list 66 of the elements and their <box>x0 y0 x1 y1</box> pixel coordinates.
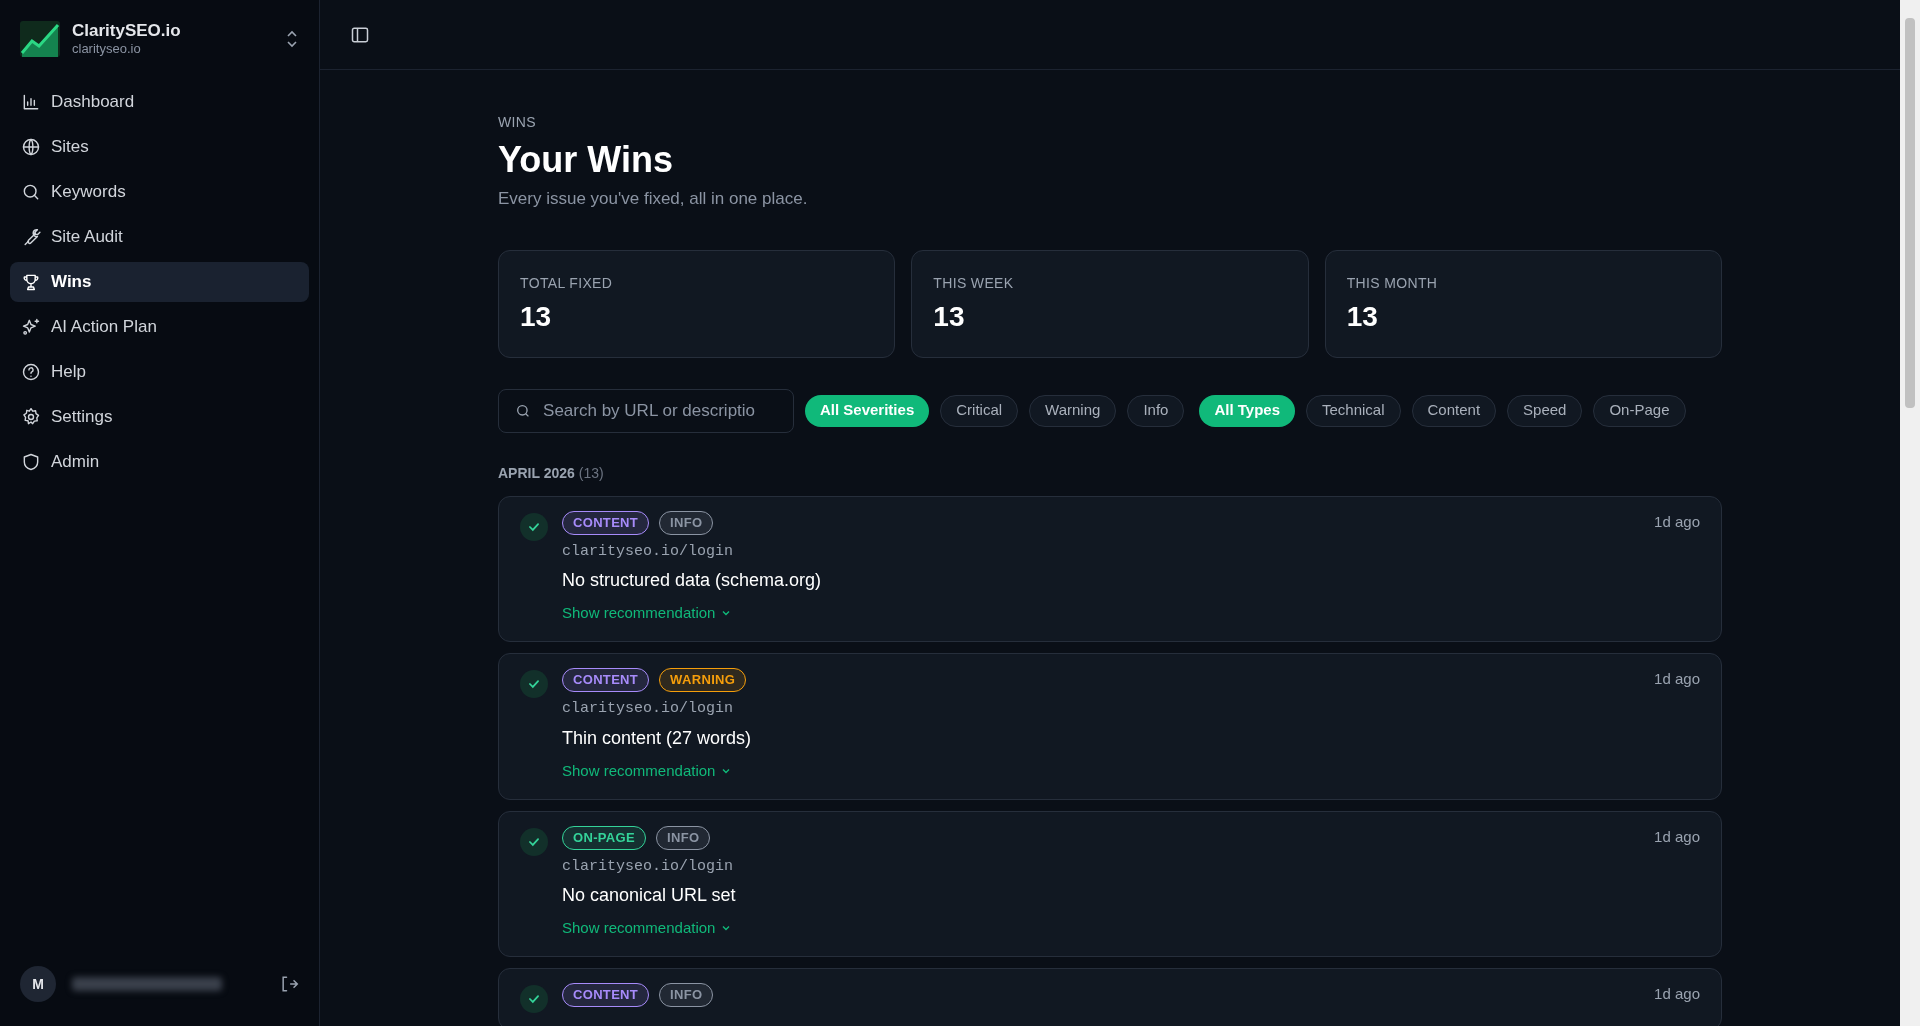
brand-domain: clarityseo.io <box>72 41 142 58</box>
nav-item[interactable]: Dashboard <box>10 81 309 122</box>
nav-item[interactable]: Admin <box>10 441 309 482</box>
wrench-icon <box>21 226 41 247</box>
filter-chip[interactable]: On-Page <box>1593 394 1686 427</box>
check-icon <box>520 512 548 541</box>
logo-icon <box>20 20 60 57</box>
tag: CONTENT <box>562 983 650 1007</box>
nav-item[interactable]: Help <box>10 351 309 392</box>
check-icon <box>520 985 548 1013</box>
show-recommendation-link[interactable]: Show recommendation <box>562 917 732 940</box>
issue-title: Thin content (27 words) <box>562 726 753 750</box>
stat-value: 13 <box>933 299 966 334</box>
check-icon <box>520 827 548 856</box>
user-avatar[interactable]: M <box>20 966 56 1002</box>
url-text: clarityseo.io/login <box>562 541 735 562</box>
tag: INFO <box>656 825 711 850</box>
tag: INFO <box>659 510 714 535</box>
issue-title: No canonical URL set <box>562 884 737 907</box>
group-heading: APRIL 2026 <box>498 463 575 483</box>
tag: CONTENT <box>562 510 650 535</box>
settings-icon <box>21 406 41 427</box>
shield-icon <box>21 451 41 472</box>
nav-item[interactable]: AI Action Plan <box>10 306 309 347</box>
nav-item[interactable]: Keywords <box>10 171 309 212</box>
filter-chip[interactable]: Content <box>1411 394 1497 427</box>
filter-chip[interactable]: Info <box>1127 394 1185 427</box>
issue-title: No structured data (schema.org) <box>562 569 823 592</box>
nav-item[interactable]: Site Audit <box>10 216 309 257</box>
nav-item[interactable]: Settings <box>10 396 309 437</box>
url-text: clarityseo.io/login <box>562 699 735 719</box>
stat-label: TOTAL FIXED <box>520 273 614 293</box>
nav-item[interactable]: Sites <box>10 126 309 167</box>
search-input[interactable]: Search by URL or descriptio <box>543 397 777 424</box>
search-field[interactable]: Search by URL or descriptio <box>498 388 794 433</box>
tag: CONTENT <box>562 668 650 692</box>
time-text: 1d ago <box>1654 511 1700 532</box>
show-recommendation-link[interactable]: Show recommendation <box>562 602 732 625</box>
chevron-up-down-icon[interactable] <box>285 28 299 49</box>
page-subtitle: Every issue you've fixed, all in one place. <box>498 188 809 210</box>
filter-chip[interactable]: Technical <box>1306 394 1401 427</box>
filter-chip[interactable]: Speed <box>1507 394 1583 427</box>
stat-label: THIS WEEK <box>933 273 1015 293</box>
tag: ON-PAGE <box>562 825 646 850</box>
url-text: clarityseo.io/login <box>562 856 735 877</box>
help-icon <box>21 361 41 382</box>
time-text: 1d ago <box>1654 669 1700 689</box>
stat-value: 13 <box>1346 299 1379 334</box>
page-title: Your Wins <box>498 138 674 182</box>
group-count: (13) <box>578 463 604 483</box>
stat-value: 13 <box>520 299 553 334</box>
filter-chip[interactable]: Warning <box>1029 394 1117 427</box>
check-icon <box>520 670 548 698</box>
sparkles-icon <box>21 316 41 337</box>
globe-icon <box>21 136 41 157</box>
nav-item[interactable]: Wins <box>10 261 309 302</box>
tag: WARNING <box>659 668 747 692</box>
page-eyebrow: WINS <box>498 113 537 132</box>
tag: INFO <box>659 983 714 1007</box>
brand-name: ClaritySEO.io <box>72 20 182 42</box>
filter-chip[interactable]: Critical <box>940 394 1019 427</box>
logout-icon[interactable] <box>279 974 299 994</box>
time-text: 1d ago <box>1654 826 1700 847</box>
show-recommendation-link[interactable]: Show recommendation <box>562 759 732 782</box>
time-text: 1d ago <box>1654 984 1700 1004</box>
stat-label: THIS MONTH <box>1346 273 1439 293</box>
